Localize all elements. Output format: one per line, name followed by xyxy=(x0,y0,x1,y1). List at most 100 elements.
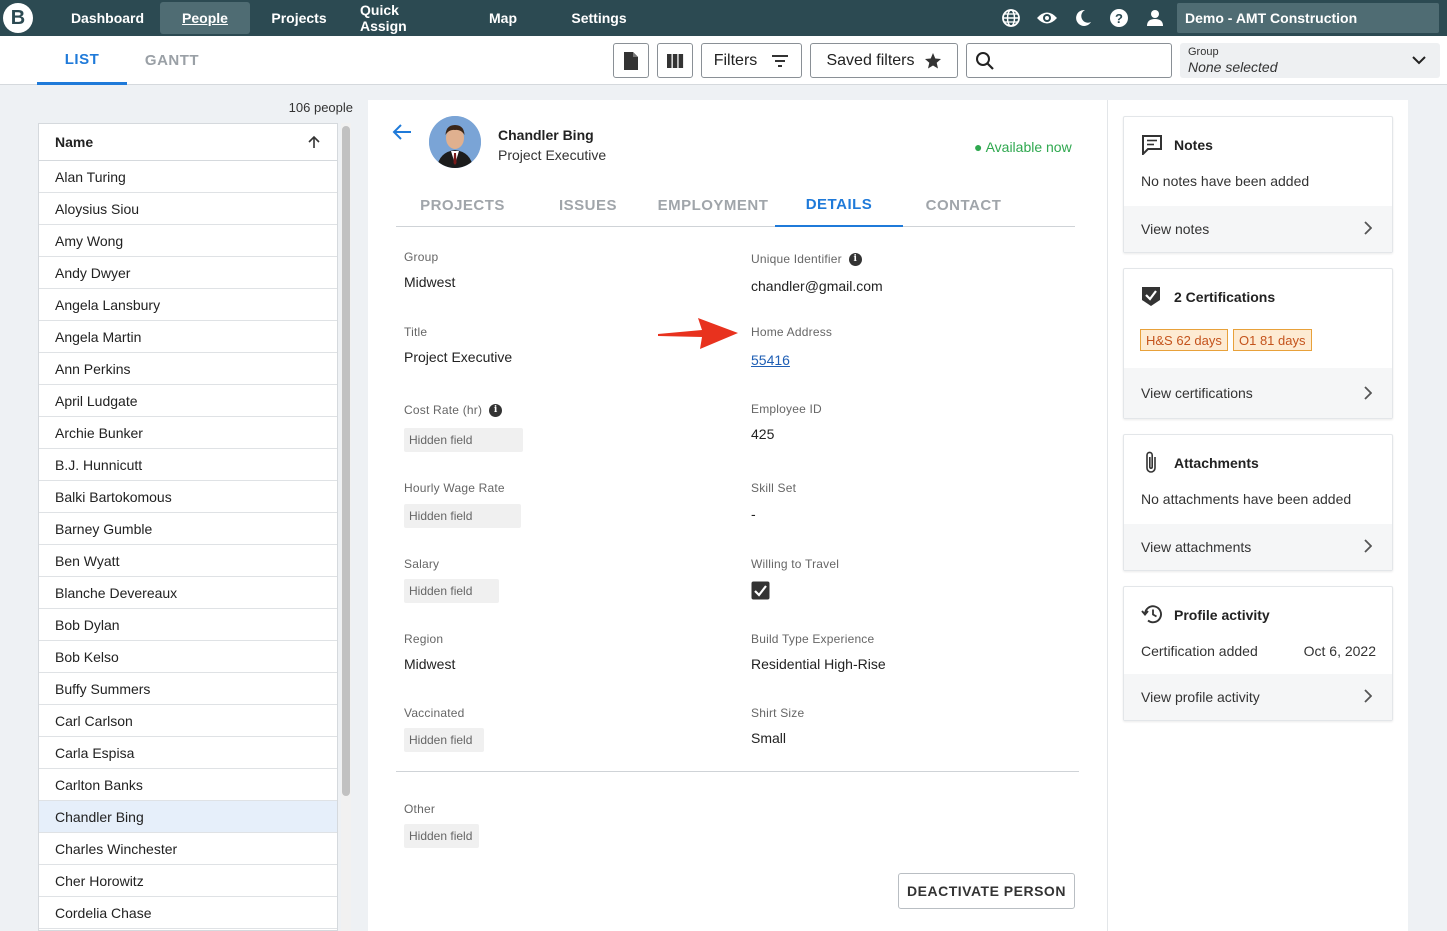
certificate-check-icon xyxy=(1142,287,1160,306)
cert-badge-o1[interactable]: O1 81 days xyxy=(1233,329,1312,351)
app-logo[interactable]: B xyxy=(3,3,33,33)
nav-people[interactable]: People xyxy=(160,2,250,34)
tab-gantt[interactable]: GANTT xyxy=(127,36,217,85)
columns-button[interactable] xyxy=(657,43,693,78)
tab-contact[interactable]: CONTACT xyxy=(901,184,1026,227)
willing-to-travel-checkbox[interactable] xyxy=(751,581,770,605)
list-item[interactable]: Aloysius Siou xyxy=(39,193,337,225)
list-item[interactable]: Andy Dwyer xyxy=(39,257,337,289)
tab-list[interactable]: LIST xyxy=(37,36,127,85)
list-item[interactable]: Archie Bunker xyxy=(39,417,337,449)
list-item[interactable]: Bob Kelso xyxy=(39,641,337,673)
toolbar: LIST GANTT Filters Saved filters Group N… xyxy=(0,36,1447,85)
sort-arrow-up-icon[interactable] xyxy=(307,135,321,149)
attachments-title: Attachments xyxy=(1174,455,1259,471)
view-attachments-label: View attachments xyxy=(1141,539,1252,555)
nav-dashboard[interactable]: Dashboard xyxy=(55,2,160,34)
list-item[interactable]: Ben Wyatt xyxy=(39,545,337,577)
cost-rate-label-text: Cost Rate (hr) xyxy=(404,403,483,417)
paperclip-icon xyxy=(1146,451,1156,473)
list-item[interactable]: Angela Lansbury xyxy=(39,289,337,321)
list-item[interactable]: Chandler Bing xyxy=(39,801,337,833)
list-item[interactable]: Bob Dylan xyxy=(39,609,337,641)
moon-icon[interactable] xyxy=(1065,0,1101,36)
cert-badge-hs[interactable]: H&S 62 days xyxy=(1140,329,1228,351)
list-scrollbar-thumb[interactable] xyxy=(342,126,350,796)
list-item[interactable]: Angela Martin xyxy=(39,321,337,353)
document-icon xyxy=(624,51,638,70)
tab-details[interactable]: DETAILS xyxy=(775,184,903,227)
eye-icon[interactable] xyxy=(1029,0,1065,36)
list-item[interactable]: Amy Wong xyxy=(39,225,337,257)
user-icon[interactable] xyxy=(1137,0,1173,36)
group-value: Midwest xyxy=(404,274,456,290)
person-detail-panel: Chandler Bing Project Executive ● Availa… xyxy=(368,100,1108,931)
view-notes-link[interactable]: View notes xyxy=(1124,206,1392,252)
search-icon xyxy=(976,52,994,70)
search-input[interactable] xyxy=(966,43,1172,78)
list-item[interactable]: Carl Carlson xyxy=(39,705,337,737)
saved-filters-button[interactable]: Saved filters xyxy=(810,43,958,78)
red-arrow-annotation xyxy=(658,318,738,349)
nav-quick-assign[interactable]: Quick Assign xyxy=(348,2,458,34)
name-column-header[interactable]: Name xyxy=(39,124,337,161)
view-notes-label: View notes xyxy=(1141,221,1210,237)
list-item[interactable]: Ann Perkins xyxy=(39,353,337,385)
info-icon[interactable]: i xyxy=(848,252,862,266)
avatar xyxy=(429,116,481,168)
people-count: 106 people xyxy=(288,100,353,115)
nav-settings[interactable]: Settings xyxy=(548,2,650,34)
help-icon[interactable]: ? xyxy=(1101,0,1137,36)
list-item[interactable]: Buffy Summers xyxy=(39,673,337,705)
deactivate-person-button[interactable]: DEACTIVATE PERSON xyxy=(898,873,1075,909)
people-list: Name Alan Turing Aloysius Siou Amy Wong And… xyxy=(38,123,338,931)
list-item[interactable]: Carla Espisa xyxy=(39,737,337,769)
top-nav: B Dashboard People Projects Quick Assign… xyxy=(0,0,1447,36)
view-profile-activity-link[interactable]: View profile activity xyxy=(1124,674,1392,720)
notes-empty-text: No notes have been added xyxy=(1141,173,1310,189)
person-title: Project Executive xyxy=(498,147,607,163)
group-select-value: None selected xyxy=(1188,59,1278,75)
list-item[interactable]: Cordelia Chase xyxy=(39,897,337,929)
list-item[interactable]: Cher Horowitz xyxy=(39,865,337,897)
list-item[interactable]: Balki Bartokomous xyxy=(39,481,337,513)
list-item[interactable]: Barney Gumble xyxy=(39,513,337,545)
list-item[interactable]: Alan Turing xyxy=(39,161,337,193)
view-attachments-link[interactable]: View attachments xyxy=(1124,524,1392,570)
group-select[interactable]: Group None selected xyxy=(1180,43,1440,78)
list-item[interactable]: Blanche Devereaux xyxy=(39,577,337,609)
skill-set-value: - xyxy=(751,506,756,522)
tab-projects[interactable]: PROJECTS xyxy=(396,184,529,227)
activity-date: Oct 6, 2022 xyxy=(1303,643,1376,659)
chevron-right-icon xyxy=(1364,386,1372,400)
view-profile-activity-label: View profile activity xyxy=(1141,689,1260,705)
list-item[interactable]: Carlton Banks xyxy=(39,769,337,801)
skill-set-label: Skill Set xyxy=(751,481,797,495)
title-value: Project Executive xyxy=(404,349,513,365)
export-button[interactable] xyxy=(613,43,649,78)
account-selector[interactable]: Demo - AMT Construction xyxy=(1177,3,1439,33)
tab-issues[interactable]: ISSUES xyxy=(524,184,652,227)
list-item[interactable]: April Ludgate xyxy=(39,385,337,417)
info-icon[interactable]: i xyxy=(489,403,503,417)
globe-icon[interactable] xyxy=(993,0,1029,36)
home-address-link[interactable]: 55416 xyxy=(751,352,790,368)
view-certifications-link[interactable]: View certifications xyxy=(1124,368,1392,418)
tab-employment[interactable]: EMPLOYMENT xyxy=(653,184,773,227)
nav-projects[interactable]: Projects xyxy=(250,2,348,34)
list-item[interactable]: B.J. Hunnicutt xyxy=(39,449,337,481)
nav-map[interactable]: Map xyxy=(458,2,548,34)
build-type-value: Residential High-Rise xyxy=(751,656,886,672)
build-type-label: Build Type Experience xyxy=(751,632,875,646)
person-name: Chandler Bing xyxy=(498,127,594,143)
activity-event: Certification added xyxy=(1141,643,1258,659)
other-hidden-field: Hidden field xyxy=(404,824,479,848)
history-icon xyxy=(1141,605,1162,624)
profile-activity-card: Profile activity Certification added Oct… xyxy=(1123,586,1393,721)
filters-button[interactable]: Filters xyxy=(701,43,802,78)
chevron-down-icon xyxy=(1412,56,1426,65)
back-button[interactable] xyxy=(392,123,412,146)
profile-activity-title: Profile activity xyxy=(1174,607,1270,623)
notes-card: Notes No notes have been added View note… xyxy=(1123,116,1393,253)
list-item[interactable]: Charles Winchester xyxy=(39,833,337,865)
